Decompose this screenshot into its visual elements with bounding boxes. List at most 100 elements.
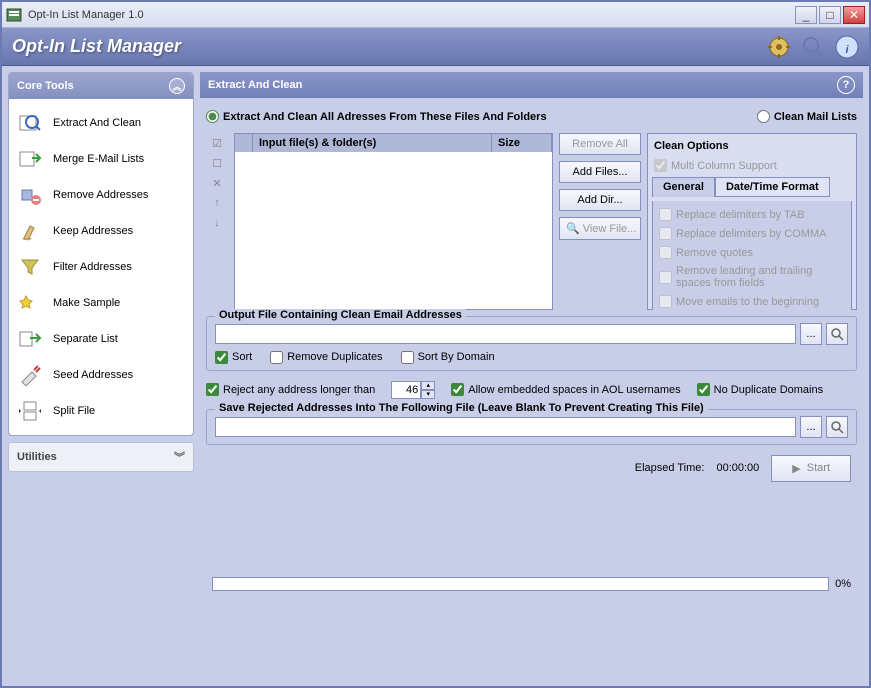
grid-col-size[interactable]: Size bbox=[492, 134, 552, 152]
reject-longer-checkbox[interactable]: Reject any address longer than bbox=[206, 383, 375, 396]
nav-seed[interactable]: Seed Addresses bbox=[13, 357, 189, 393]
chevron-down-icon: ︾ bbox=[174, 449, 185, 465]
add-files-button[interactable]: Add Files... bbox=[559, 161, 641, 183]
file-buttons: Remove All Add Files... Add Dir... 🔍View… bbox=[559, 133, 641, 310]
nav-remove[interactable]: Remove Addresses bbox=[13, 177, 189, 213]
add-dir-button[interactable]: Add Dir... bbox=[559, 189, 641, 211]
sort-checkbox[interactable]: Sort bbox=[215, 351, 252, 364]
radio-clean-lists[interactable]: Clean Mail Lists bbox=[757, 110, 857, 123]
opt-trim[interactable]: Remove leading and trailing spaces from … bbox=[657, 264, 847, 290]
sort-domain-checkbox[interactable]: Sort By Domain bbox=[401, 351, 495, 364]
magnifier-small-icon: 🔍 bbox=[566, 223, 580, 235]
multi-column-checkbox[interactable]: Multi Column Support bbox=[652, 158, 852, 173]
nav-filter[interactable]: Filter Addresses bbox=[13, 249, 189, 285]
view-rejected-button[interactable] bbox=[826, 416, 848, 438]
minimize-button[interactable]: _ bbox=[795, 6, 817, 24]
move-up-icon[interactable]: ↑ bbox=[208, 195, 226, 211]
opt-remove-quotes[interactable]: Remove quotes bbox=[657, 245, 847, 260]
grid-body[interactable] bbox=[235, 152, 552, 309]
titlebar: Opt-In List Manager 1.0 _ □ ✕ bbox=[2, 2, 869, 28]
nav-label: Keep Addresses bbox=[53, 225, 133, 237]
nav-merge[interactable]: Merge E-Mail Lists bbox=[13, 141, 189, 177]
no-dup-domain-checkbox[interactable]: No Duplicate Domains bbox=[697, 383, 823, 396]
grid-col-input[interactable]: Input file(s) & folder(s) bbox=[253, 134, 492, 152]
input-grid: Input file(s) & folder(s) Size bbox=[234, 133, 553, 310]
play-icon: ▶ bbox=[792, 462, 800, 475]
move-down-icon[interactable]: ↓ bbox=[208, 215, 226, 231]
radio-extract-all[interactable]: Extract And Clean All Adresses From Thes… bbox=[206, 110, 547, 123]
close-button[interactable]: ✕ bbox=[843, 6, 865, 24]
nav-label: Merge E-Mail Lists bbox=[53, 153, 144, 165]
top-area: ☑ ☐ ✕ ↑ ↓ Input file(s) & folder(s) Size bbox=[206, 133, 857, 310]
nav-split[interactable]: Split File bbox=[13, 393, 189, 429]
address-options-row: Reject any address longer than ▴ ▾ Allow… bbox=[206, 377, 857, 403]
tab-datetime[interactable]: Date/Time Format bbox=[715, 177, 830, 197]
split-icon bbox=[17, 399, 45, 423]
spin-up-icon[interactable]: ▴ bbox=[421, 381, 435, 390]
nav-keep[interactable]: Keep Addresses bbox=[13, 213, 189, 249]
core-tools-body: Extract And Clean Merge E-Mail Lists Rem… bbox=[9, 99, 193, 435]
radio-clean-input[interactable] bbox=[757, 110, 770, 123]
help-icon[interactable]: ? bbox=[837, 76, 855, 94]
remove-dup-checkbox[interactable]: Remove Duplicates bbox=[270, 351, 382, 364]
radio-extract-input[interactable] bbox=[206, 110, 219, 123]
sidebar: Core Tools ︽ Extract And Clean Merge E-M… bbox=[8, 72, 194, 680]
reject-length-spinner[interactable]: ▴ ▾ bbox=[391, 381, 435, 399]
start-button[interactable]: ▶ Start bbox=[771, 455, 851, 482]
allow-aol-checkbox[interactable]: Allow embedded spaces in AOL usernames bbox=[451, 383, 680, 396]
view-output-button[interactable] bbox=[826, 323, 848, 345]
rejected-path-input[interactable] bbox=[215, 417, 796, 437]
view-file-button[interactable]: 🔍View File... bbox=[559, 217, 641, 240]
nav-label: Separate List bbox=[53, 333, 118, 345]
nav-extract-and-clean[interactable]: Extract And Clean bbox=[13, 105, 189, 141]
browse-output-button[interactable]: ... bbox=[800, 323, 822, 345]
multi-column-input bbox=[654, 159, 667, 172]
check-all-icon[interactable]: ☑ bbox=[208, 135, 226, 151]
delete-icon[interactable]: ✕ bbox=[208, 175, 226, 191]
footer-bar: Elapsed Time: 00:00:00 ▶ Start bbox=[206, 451, 857, 486]
output-fieldset: Output File Containing Clean Email Addre… bbox=[206, 316, 857, 371]
grid-corner bbox=[235, 134, 253, 152]
progress-bar bbox=[212, 577, 829, 591]
elapsed-label: Elapsed Time: bbox=[635, 462, 705, 474]
magnifier-icon bbox=[17, 111, 45, 135]
mode-radio-row: Extract And Clean All Adresses From Thes… bbox=[206, 106, 857, 127]
utilities-panel-header[interactable]: Utilities ︾ bbox=[8, 442, 194, 472]
tab-general[interactable]: General bbox=[652, 177, 715, 197]
body: Core Tools ︽ Extract And Clean Merge E-M… bbox=[2, 66, 869, 686]
reject-length-input[interactable] bbox=[391, 381, 421, 399]
output-path-input[interactable] bbox=[215, 324, 796, 344]
remove-all-button[interactable]: Remove All bbox=[559, 133, 641, 155]
browse-rejected-button[interactable]: ... bbox=[800, 416, 822, 438]
nav-label: Make Sample bbox=[53, 297, 120, 309]
nav-label: Filter Addresses bbox=[53, 261, 132, 273]
magnifier-icon bbox=[830, 420, 844, 434]
nav-label: Remove Addresses bbox=[53, 189, 148, 201]
grid-header: Input file(s) & folder(s) Size bbox=[235, 134, 552, 152]
settings-icon[interactable] bbox=[767, 35, 791, 59]
info-icon[interactable]: i bbox=[835, 35, 859, 59]
merge-icon bbox=[17, 147, 45, 171]
section-title-text: Extract And Clean bbox=[208, 79, 302, 91]
spin-down-icon[interactable]: ▾ bbox=[421, 390, 435, 399]
uncheck-all-icon[interactable]: ☐ bbox=[208, 155, 226, 171]
opt-replace-comma[interactable]: Replace delimiters by COMMA bbox=[657, 226, 847, 241]
nav-separate[interactable]: Separate List bbox=[13, 321, 189, 357]
search-icon[interactable] bbox=[801, 35, 825, 59]
clean-options-panel: Clean Options Multi Column Support Gener… bbox=[647, 133, 857, 310]
nav-label: Seed Addresses bbox=[53, 369, 133, 381]
core-tools-header[interactable]: Core Tools ︽ bbox=[9, 73, 193, 99]
tab-general-body: Replace delimiters by TAB Replace delimi… bbox=[652, 201, 852, 310]
maximize-button[interactable]: □ bbox=[819, 6, 841, 24]
clean-options-title: Clean Options bbox=[652, 138, 852, 154]
output-legend: Output File Containing Clean Email Addre… bbox=[215, 309, 466, 321]
nav-make-sample[interactable]: Make Sample bbox=[13, 285, 189, 321]
separate-icon bbox=[17, 327, 45, 351]
opt-replace-tab[interactable]: Replace delimiters by TAB bbox=[657, 207, 847, 222]
opt-move-emails[interactable]: Move emails to the beginning bbox=[657, 294, 847, 309]
grid-toolbar: ☑ ☐ ✕ ↑ ↓ bbox=[206, 133, 228, 310]
elapsed-value: 00:00:00 bbox=[716, 462, 759, 474]
section-header: Extract And Clean ? bbox=[200, 72, 863, 98]
core-tools-panel: Core Tools ︽ Extract And Clean Merge E-M… bbox=[8, 72, 194, 436]
broom-icon bbox=[17, 219, 45, 243]
